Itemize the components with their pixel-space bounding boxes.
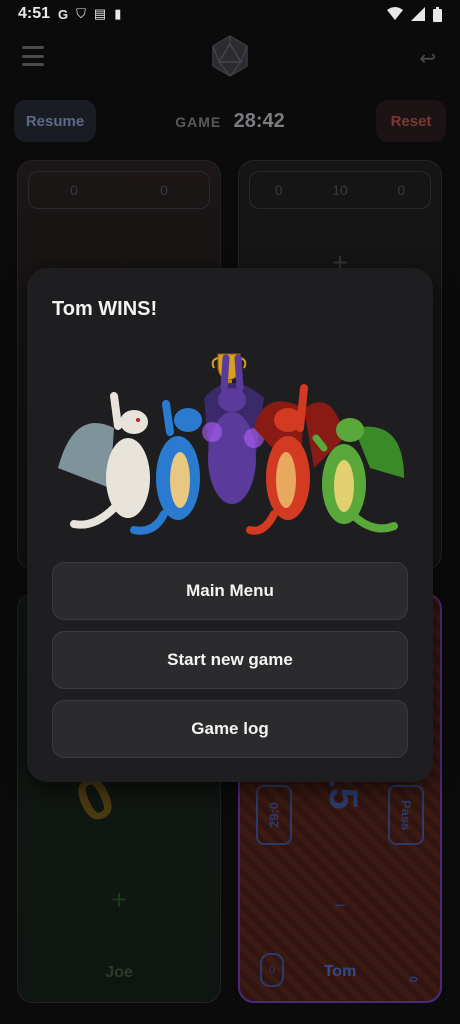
plus-icon[interactable]: +: [18, 884, 220, 916]
reset-button[interactable]: Reset: [376, 100, 446, 142]
timer-label: GAME: [175, 114, 222, 130]
battery-icon: [433, 6, 442, 22]
news-icon: ▤: [93, 6, 107, 21]
player-name: Joe: [105, 964, 133, 981]
undo-icon[interactable]: ↩: [419, 46, 436, 71]
counter-value: 0: [397, 182, 406, 198]
counter-bar: 0 10 0: [249, 171, 431, 209]
status-left-icons: G ⛉ ▤ ▮: [58, 6, 121, 22]
game-log-button[interactable]: Game log: [52, 700, 408, 758]
timer-value: 28:42: [233, 110, 285, 132]
app-screen: 4:51 G ⛉ ▤ ▮ ↩ Resume GAME 28:42 Reset 0…: [0, 0, 460, 1024]
white-dragon: [58, 392, 150, 529]
winner-dialog: Tom WINS! Main Menu Start new game Game …: [27, 268, 433, 782]
counter-value: 0: [160, 182, 168, 198]
corner-counter[interactable]: 0: [406, 976, 420, 983]
counter-value: 0: [70, 182, 78, 198]
main-menu-button[interactable]: Main Menu: [52, 562, 408, 620]
counter-bar: 0 0: [28, 171, 210, 209]
winner-title: Tom WINS!: [52, 298, 158, 320]
status-bar: 4:51 G ⛉ ▤ ▮: [0, 0, 460, 28]
signal-icon: [411, 7, 425, 21]
start-new-game-button[interactable]: Start new game: [52, 631, 408, 689]
pass-button[interactable]: Pass: [388, 785, 424, 845]
purple-dragon: [202, 354, 264, 504]
status-time: 4:51: [18, 5, 51, 22]
player-timer: 29:0: [256, 785, 292, 845]
shield-icon: ⛉: [76, 6, 86, 21]
counter-value: 0: [274, 182, 283, 198]
status-right-icons: [387, 6, 442, 22]
dragons-trophy-illustration: [58, 353, 404, 535]
hamburger-icon[interactable]: [22, 46, 44, 66]
wifi-icon: [387, 7, 403, 20]
sd-card-icon: ▮: [114, 6, 122, 21]
counter-value: 10: [332, 182, 348, 198]
top-bar: ↩: [0, 28, 460, 84]
google-icon: G: [58, 6, 69, 22]
minus-icon[interactable]: −: [240, 895, 440, 918]
d20-icon: [212, 35, 248, 77]
